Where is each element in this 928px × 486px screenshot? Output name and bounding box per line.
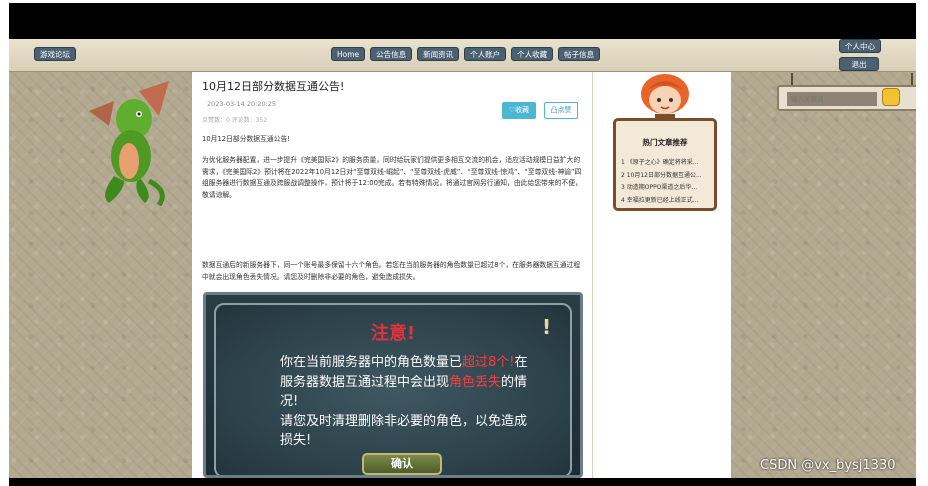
search-button[interactable] — [882, 88, 900, 106]
notice-title: 注意! — [370, 323, 416, 344]
logout-button[interactable]: 退出 — [839, 57, 879, 71]
game-forum-link[interactable]: 游戏论坛 — [34, 47, 76, 61]
notice-text: 你在当前服务器中的角色数量已 — [280, 355, 463, 370]
search-sign — [777, 85, 916, 111]
hot-articles-board: 热门文章推荐 1 《原子之心》确定将将采... 2 10月12日部分数据互通公.… — [613, 118, 717, 211]
like-button[interactable]: 凸点赞 — [544, 102, 578, 119]
hot-article-item[interactable]: 4 幸福拉更新已经上线正式... — [621, 195, 715, 208]
notice-body: 你在当前服务器中的角色数量已超过8个!在服务器数据互通过程中会出现角色丢失的情况… — [280, 353, 530, 451]
hot-article-item[interactable]: 2 10月12日部分数据互通公... — [621, 170, 715, 183]
notice-image: 注意! ! 你在当前服务器中的角色数量已超过8个!在服务器数据互通过程中会出现角… — [203, 292, 583, 478]
hot-article-item[interactable]: 3 动造期OPPO渠道之后华... — [621, 182, 715, 195]
top-black-bar — [9, 3, 916, 39]
personal-center-button[interactable]: 个人中心 — [839, 39, 881, 53]
girl-mascot-image — [641, 74, 689, 124]
notice-confirm-button: 确认 — [362, 453, 442, 475]
nav-home[interactable]: Home — [331, 47, 366, 61]
nav-favorites[interactable]: 个人收藏 — [511, 47, 554, 61]
hot-articles-list: 1 《原子之心》确定将将采... 2 10月12日部分数据互通公... 3 动造… — [621, 157, 715, 207]
favorite-button[interactable]: ♡收藏 — [502, 102, 536, 119]
hot-articles-title: 热门文章推荐 — [642, 138, 688, 147]
notice-highlight: 超过8个! — [462, 355, 515, 370]
top-nav: 游戏论坛 Home 公告信息 新闻资讯 个人账户 个人收藏 帖子信息 个人中心 … — [9, 39, 916, 72]
page-viewport: 游戏论坛 Home 公告信息 新闻资讯 个人账户 个人收藏 帖子信息 个人中心 … — [9, 39, 916, 478]
nav-account[interactable]: 个人账户 — [464, 47, 507, 61]
article-paragraph: 10月12日部分数据互通公告! — [202, 135, 290, 143]
article-title: 10月12日部分数据互通公告! — [202, 80, 345, 93]
article-stats: 点赞数：0 评论数：352 — [202, 117, 268, 124]
watermark: CSDN @vx_bysj1330 — [760, 458, 896, 473]
nav-posts[interactable]: 帖子信息 — [558, 47, 601, 61]
exclamation-icon: ! — [542, 315, 552, 339]
nav-links: Home 公告信息 新闻资讯 个人账户 个人收藏 帖子信息 — [331, 47, 601, 61]
notice-highlight: 角色丢失 — [449, 374, 502, 390]
screen: 游戏论坛 Home 公告信息 新闻资讯 个人账户 个人收藏 帖子信息 个人中心 … — [0, 0, 928, 486]
dragon-mascot-image — [89, 81, 169, 206]
nav-news[interactable]: 新闻资讯 — [417, 47, 460, 61]
article-paragraph: 数据互通后的新服务器下，同一个账号最多保留十六个角色。若您在当前服务器的角色数量… — [202, 261, 581, 281]
article-panel: 10月12日部分数据互通公告! 2023-03-14 20:20:25 点赞数：… — [192, 72, 592, 478]
notice-text: 请您及时清理删除非必要的角色，以免造成损失! — [280, 413, 528, 449]
article-date: 2023-03-14 20:20:25 — [207, 100, 277, 108]
search-input[interactable] — [787, 92, 877, 106]
article-paragraph: 为优化服务器配置，进一步提升《完美国际2》的服务质量，同时给玩家们提供更多相互交… — [202, 156, 582, 199]
nav-announcements[interactable]: 公告信息 — [370, 47, 413, 61]
bottom-black-bar — [9, 478, 916, 486]
notice-dialog: 注意! ! 你在当前服务器中的角色数量已超过8个!在服务器数据互通过程中会出现角… — [214, 303, 572, 475]
hot-article-item[interactable]: 1 《原子之心》确定将将采... — [621, 157, 715, 170]
